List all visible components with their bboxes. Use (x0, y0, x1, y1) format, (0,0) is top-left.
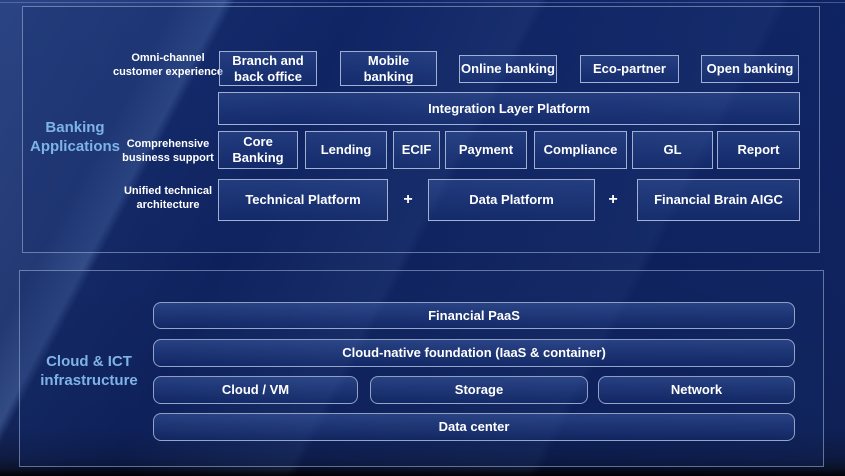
box-online-banking: Online banking (459, 55, 557, 83)
row-label-omni-channel: Omni-channel customer experience (112, 51, 224, 80)
plus-separator: + (601, 179, 625, 221)
box-storage: Storage (370, 376, 588, 404)
architecture-diagram: Banking Applications Omni-channel custom… (0, 0, 845, 476)
plus-separator: + (396, 179, 420, 221)
box-payment: Payment (445, 131, 527, 169)
box-technical-platform: Technical Platform (218, 179, 388, 221)
cloud-ict-title: Cloud & ICT infrastructure (28, 353, 150, 391)
box-eco-partner: Eco-partner (580, 55, 679, 83)
box-financial-brain-aigc: Financial Brain AIGC (637, 179, 800, 221)
row-label-business-support: Comprehensive business support (112, 137, 224, 166)
box-data-center: Data center (153, 413, 795, 441)
box-ecif: ECIF (393, 131, 440, 169)
box-open-banking: Open banking (701, 55, 799, 83)
bottom-edge-fade (0, 469, 845, 476)
box-financial-paas: Financial PaaS (153, 302, 795, 329)
box-cloud-vm: Cloud / VM (153, 376, 358, 404)
box-data-platform: Data Platform (428, 179, 595, 221)
box-branch-and-back-office: Branch and back office (219, 51, 317, 86)
top-edge-highlight (0, 2, 845, 3)
box-gl: GL (632, 131, 713, 169)
box-compliance: Compliance (534, 131, 627, 169)
box-integration-layer-platform: Integration Layer Platform (218, 92, 800, 125)
box-core-banking: Core Banking (218, 131, 298, 169)
box-cloud-native-foundation: Cloud-native foundation (IaaS & containe… (153, 339, 795, 367)
box-lending: Lending (305, 131, 387, 169)
box-mobile-banking: Mobile banking (340, 51, 437, 86)
box-network: Network (598, 376, 795, 404)
box-report: Report (717, 131, 800, 169)
row-label-unified-architecture: Unified technical architecture (112, 184, 224, 213)
